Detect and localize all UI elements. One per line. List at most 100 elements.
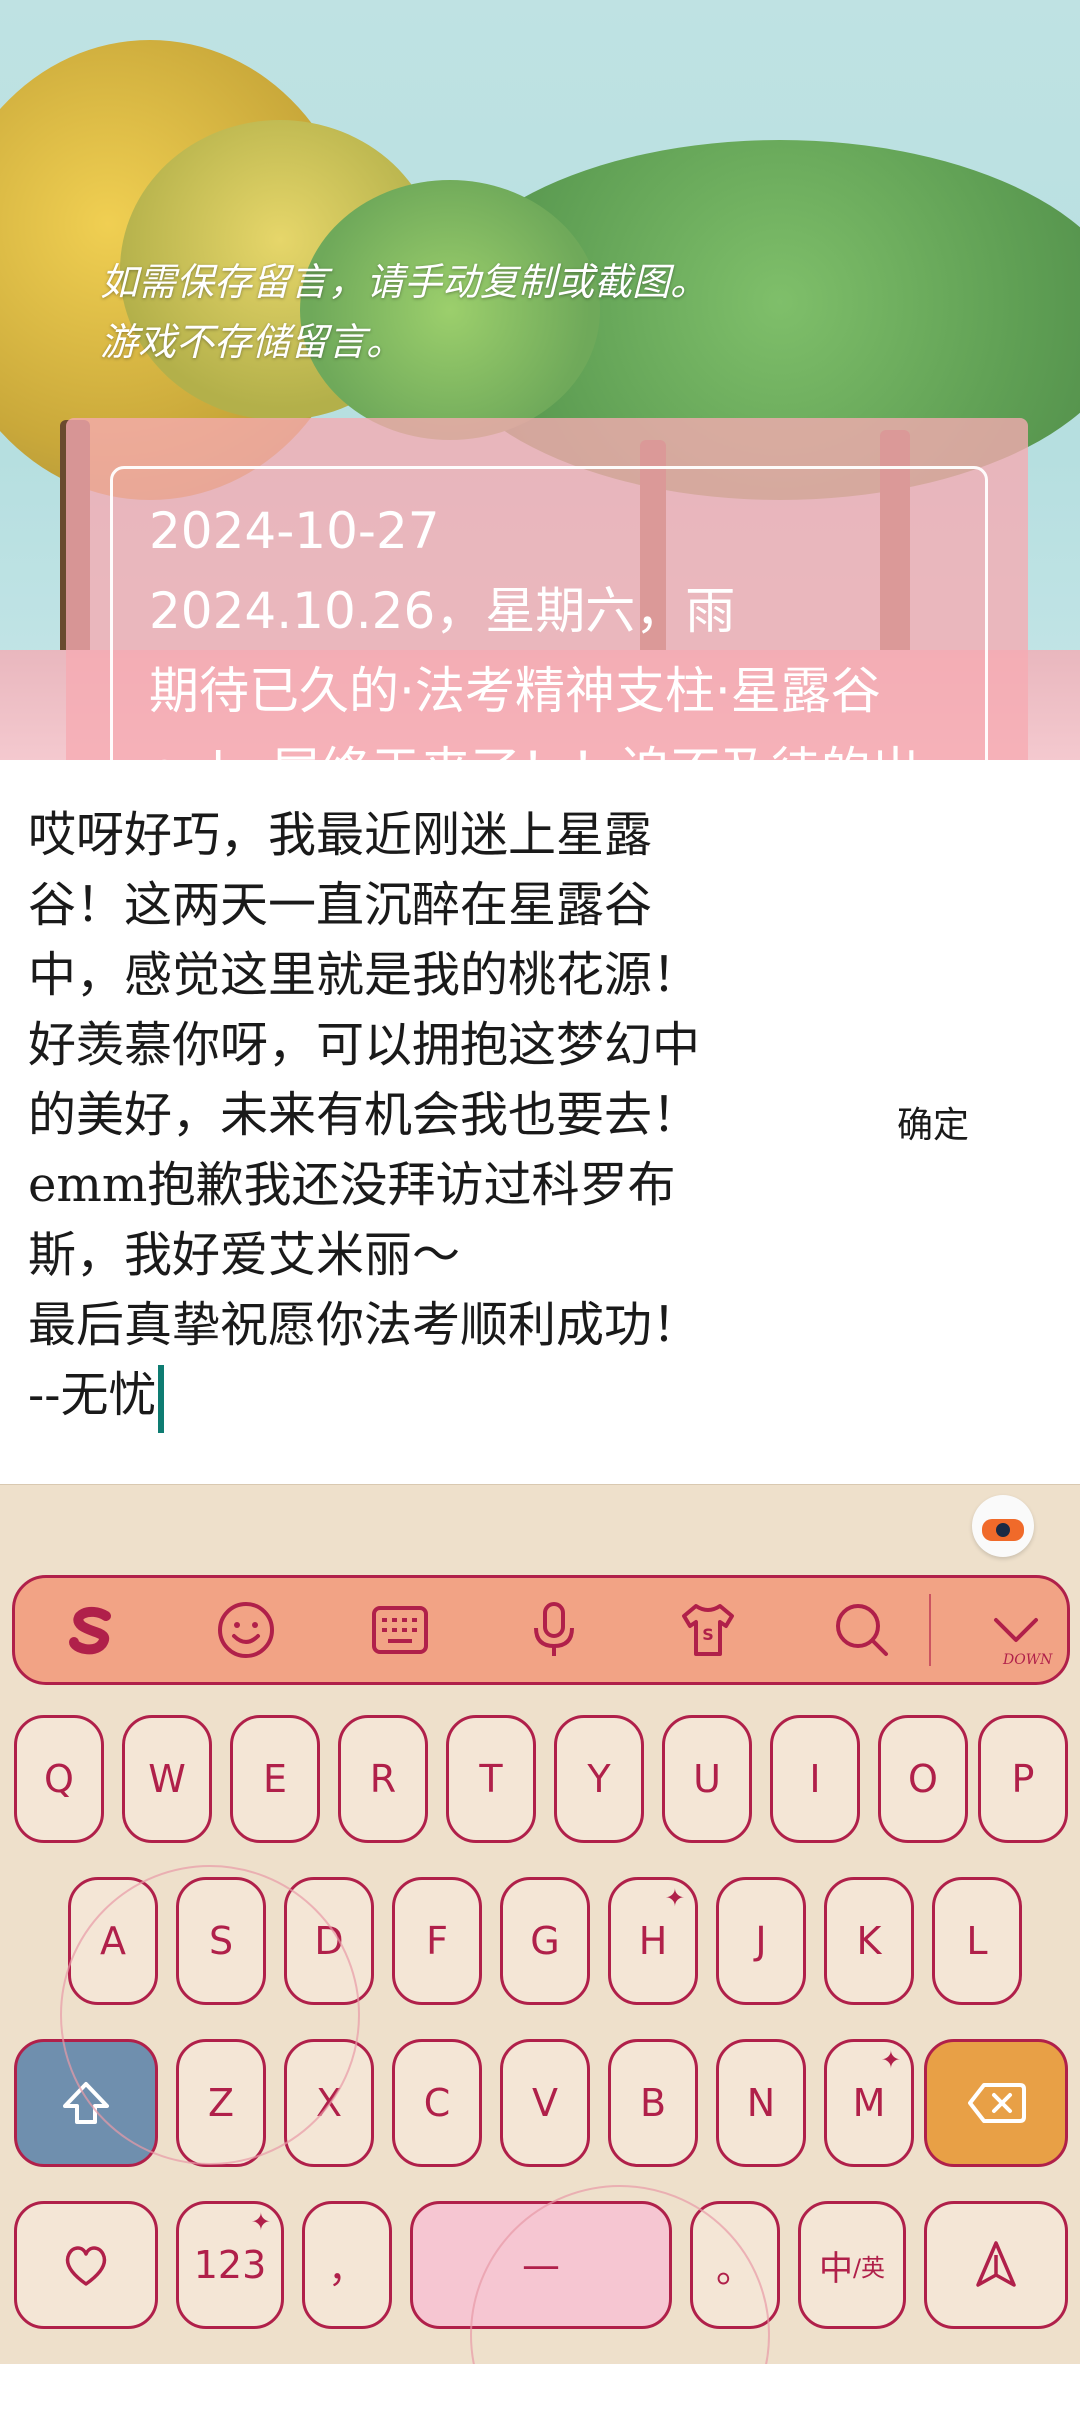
input-line: 的美好，未来有机会我也要去！ — [28, 1087, 701, 1143]
key-v[interactable]: V — [500, 2039, 590, 2167]
microphone-icon[interactable] — [499, 1578, 609, 1682]
key-y[interactable]: Y — [554, 1715, 644, 1843]
key-p[interactable]: P — [978, 1715, 1068, 1843]
key-s[interactable]: S — [176, 1877, 266, 2005]
paper-plane-icon — [976, 2241, 1016, 2287]
key-label: Y — [587, 1757, 611, 1801]
key-label: M — [852, 2081, 886, 2125]
input-line: 好羡慕你呀，可以拥抱这梦幻中 — [28, 1017, 701, 1073]
key-label: U — [693, 1757, 721, 1801]
input-line: 最后真挚祝愿你法考顺利成功！ — [28, 1297, 701, 1353]
lang-label-main: 中 — [818, 2248, 853, 2289]
key-label: A — [100, 1919, 126, 1963]
key-z[interactable]: Z — [176, 2039, 266, 2167]
key-c[interactable]: C — [392, 2039, 482, 2167]
backspace-key[interactable] — [924, 2039, 1068, 2167]
key-f[interactable]: F — [392, 1877, 482, 2005]
send-key[interactable] — [924, 2201, 1068, 2329]
emoji-icon[interactable] — [191, 1578, 301, 1682]
comma-key[interactable]: ， — [302, 2201, 392, 2329]
key-label: ， — [327, 2246, 366, 2291]
key-label: S — [208, 1919, 234, 1963]
key-k[interactable]: K — [824, 1877, 914, 2005]
key-label: R — [369, 1757, 397, 1801]
key-q[interactable]: Q — [14, 1715, 104, 1843]
input-line: 哎呀好巧，我最近刚迷上星露 — [28, 807, 653, 863]
key-d[interactable]: D — [284, 1877, 374, 2005]
key-label: 123 — [193, 2243, 267, 2287]
letter-line: only 屋终于来了！！迫不及待的出 — [149, 731, 985, 760]
key-r[interactable]: R — [338, 1715, 428, 1843]
backspace-icon — [968, 2083, 1026, 2123]
language-switch-key[interactable]: 中/英 — [798, 2201, 906, 2329]
key-h[interactable]: ✦ H — [608, 1877, 698, 2005]
key-label: T — [479, 1757, 503, 1801]
notice-line-2: 游戏不存储留言。 — [100, 320, 405, 364]
key-w[interactable]: W — [122, 1715, 212, 1843]
key-label: — — [522, 2243, 560, 2287]
input-line-last: --无忧 — [28, 1360, 808, 1433]
shift-key[interactable] — [14, 2039, 158, 2167]
key-g[interactable]: G — [500, 1877, 590, 2005]
sparkle-icon: ✦ — [250, 2208, 271, 2236]
sogou-logo-icon[interactable] — [37, 1578, 147, 1682]
letter-line: 2024-10-27 — [149, 502, 440, 560]
key-j[interactable]: J — [716, 1877, 806, 2005]
heart-icon — [65, 2246, 107, 2286]
key-label: O — [908, 1757, 938, 1801]
key-label: I — [809, 1757, 821, 1801]
text-caret — [158, 1364, 165, 1433]
input-line: --无忧 — [28, 1367, 157, 1423]
shift-arrow-icon — [63, 2082, 109, 2124]
input-line: 谷！这两天一直沉醉在星露谷 — [28, 877, 653, 933]
sparkle-icon: ✦ — [664, 1884, 685, 1912]
key-u[interactable]: U — [662, 1715, 752, 1843]
letter-frame: 2024-10-27 2024.10.26，星期六，雨 期待已久的·法考精神支柱… — [110, 466, 988, 760]
key-n[interactable]: N — [716, 2039, 806, 2167]
key-t[interactable]: T — [446, 1715, 536, 1843]
key-o[interactable]: O — [878, 1715, 968, 1843]
key-label: N — [746, 2081, 776, 2125]
key-m[interactable]: ✦ M — [824, 2039, 914, 2167]
key-label: G — [530, 1919, 560, 1963]
skin-shirt-icon[interactable]: S — [653, 1578, 763, 1682]
key-l[interactable]: L — [932, 1877, 1022, 2005]
key-e[interactable]: E — [230, 1715, 320, 1843]
key-label: J — [755, 1919, 767, 1963]
key-label: E — [262, 1757, 287, 1801]
favorites-key[interactable] — [14, 2201, 158, 2329]
mascot-icon[interactable] — [972, 1495, 1034, 1557]
space-key[interactable]: — — [410, 2201, 672, 2329]
key-label: 。 — [715, 2246, 754, 2291]
letter-card: 2024-10-27 2024.10.26，星期六，雨 期待已久的·法考精神支柱… — [66, 418, 1028, 760]
search-icon[interactable] — [807, 1578, 917, 1682]
save-notice: 如需保存留言，请手动复制或截图。 游戏不存储留言。 — [100, 252, 920, 372]
key-x[interactable]: X — [284, 2039, 374, 2167]
confirm-button[interactable]: 确定 — [880, 1096, 986, 1156]
period-key[interactable]: 。 — [690, 2201, 780, 2329]
key-label: B — [639, 2081, 667, 2125]
input-line: 中，感觉这里就是我的桃花源！ — [28, 947, 701, 1003]
numbers-key[interactable]: ✦ 123 — [176, 2201, 284, 2329]
key-i[interactable]: I — [770, 1715, 860, 1843]
key-label: P — [1011, 1757, 1035, 1801]
soft-keyboard: S DOWN Q W E R T Y U I O P A S D F G ✦ H … — [0, 1484, 1080, 2412]
navigation-bar-area — [0, 2364, 1080, 2412]
key-label: D — [314, 1919, 344, 1963]
notice-line-1: 如需保存留言，请手动复制或截图。 — [100, 260, 709, 304]
key-label: W — [148, 1757, 186, 1801]
message-input[interactable]: 哎呀好巧，我最近刚迷上星露 谷！这两天一直沉醉在星露谷 中，感觉这里就是我的桃花… — [28, 800, 808, 1433]
sparkle-icon: ✦ — [880, 2046, 901, 2074]
key-label: F — [426, 1919, 448, 1963]
key-a[interactable]: A — [68, 1877, 158, 2005]
key-label: X — [315, 2081, 343, 2125]
keyboard-icon[interactable] — [345, 1578, 455, 1682]
svg-text:S: S — [702, 1625, 714, 1644]
lang-label-sub: /英 — [852, 2253, 886, 2282]
key-b[interactable]: B — [608, 2039, 698, 2167]
key-label: C — [423, 2081, 451, 2125]
message-input-area[interactable]: 哎呀好巧，我最近刚迷上星露 谷！这两天一直沉醉在星露谷 中，感觉这里就是我的桃花… — [0, 760, 1080, 1484]
scenic-background: 如需保存留言，请手动复制或截图。 游戏不存储留言。 2024-10-27 202… — [0, 0, 1080, 760]
input-line: emm抱歉我还没拜访过科罗布 — [28, 1157, 676, 1213]
key-label: H — [638, 1919, 668, 1963]
